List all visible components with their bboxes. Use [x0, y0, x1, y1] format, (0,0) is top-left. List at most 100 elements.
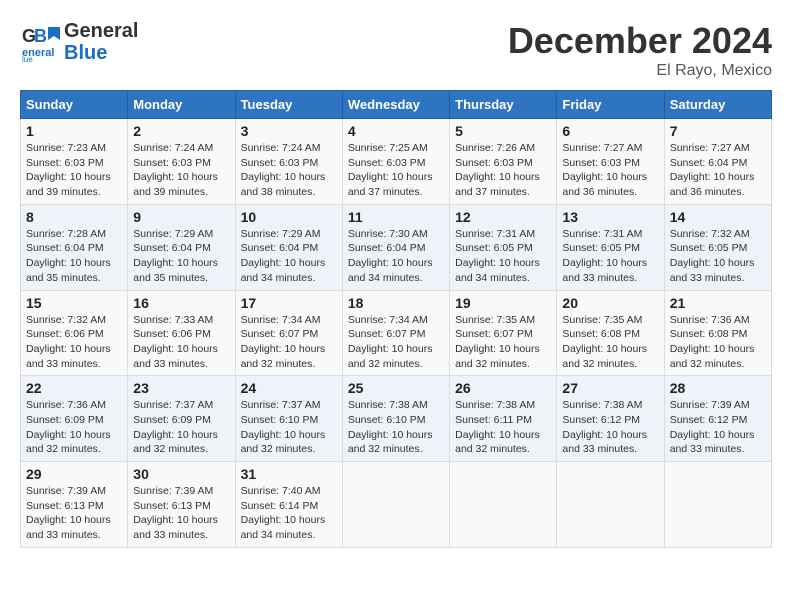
day-info: Sunrise: 7:34 AMSunset: 6:07 PMDaylight:… [241, 313, 337, 372]
day-info: Sunrise: 7:31 AMSunset: 6:05 PMDaylight:… [562, 227, 658, 286]
day-info: Sunrise: 7:25 AMSunset: 6:03 PMDaylight:… [348, 141, 444, 200]
day-info: Sunrise: 7:31 AMSunset: 6:05 PMDaylight:… [455, 227, 551, 286]
day-info: Sunrise: 7:38 AMSunset: 6:10 PMDaylight:… [348, 398, 444, 457]
day-number: 28 [670, 380, 766, 396]
header-saturday: Saturday [664, 91, 771, 119]
day-number: 7 [670, 123, 766, 139]
day-cell: 23 Sunrise: 7:37 AMSunset: 6:09 PMDaylig… [128, 376, 235, 462]
day-cell: 10 Sunrise: 7:29 AMSunset: 6:04 PMDaylig… [235, 204, 342, 290]
day-number: 15 [26, 295, 122, 311]
day-cell [664, 462, 771, 548]
day-number: 6 [562, 123, 658, 139]
day-info: Sunrise: 7:40 AMSunset: 6:14 PMDaylight:… [241, 484, 337, 543]
week-row-3: 15 Sunrise: 7:32 AMSunset: 6:06 PMDaylig… [21, 290, 772, 376]
day-cell: 13 Sunrise: 7:31 AMSunset: 6:05 PMDaylig… [557, 204, 664, 290]
day-cell: 14 Sunrise: 7:32 AMSunset: 6:05 PMDaylig… [664, 204, 771, 290]
logo: G B eneral lue General Blue [20, 20, 138, 64]
day-cell: 24 Sunrise: 7:37 AMSunset: 6:10 PMDaylig… [235, 376, 342, 462]
day-cell: 12 Sunrise: 7:31 AMSunset: 6:05 PMDaylig… [450, 204, 557, 290]
day-cell [557, 462, 664, 548]
day-number: 9 [133, 209, 229, 225]
day-cell: 29 Sunrise: 7:39 AMSunset: 6:13 PMDaylig… [21, 462, 128, 548]
day-info: Sunrise: 7:28 AMSunset: 6:04 PMDaylight:… [26, 227, 122, 286]
day-number: 24 [241, 380, 337, 396]
logo-icon: G B eneral lue [20, 22, 60, 62]
week-row-4: 22 Sunrise: 7:36 AMSunset: 6:09 PMDaylig… [21, 376, 772, 462]
day-cell: 18 Sunrise: 7:34 AMSunset: 6:07 PMDaylig… [342, 290, 449, 376]
day-info: Sunrise: 7:35 AMSunset: 6:07 PMDaylight:… [455, 313, 551, 372]
day-info: Sunrise: 7:24 AMSunset: 6:03 PMDaylight:… [133, 141, 229, 200]
day-cell: 8 Sunrise: 7:28 AMSunset: 6:04 PMDayligh… [21, 204, 128, 290]
day-info: Sunrise: 7:29 AMSunset: 6:04 PMDaylight:… [133, 227, 229, 286]
day-number: 22 [26, 380, 122, 396]
header-monday: Monday [128, 91, 235, 119]
day-info: Sunrise: 7:37 AMSunset: 6:10 PMDaylight:… [241, 398, 337, 457]
day-info: Sunrise: 7:38 AMSunset: 6:11 PMDaylight:… [455, 398, 551, 457]
week-row-5: 29 Sunrise: 7:39 AMSunset: 6:13 PMDaylig… [21, 462, 772, 548]
day-number: 31 [241, 466, 337, 482]
day-cell: 1 Sunrise: 7:23 AMSunset: 6:03 PMDayligh… [21, 119, 128, 205]
month-title: December 2024 [508, 20, 772, 62]
day-cell: 31 Sunrise: 7:40 AMSunset: 6:14 PMDaylig… [235, 462, 342, 548]
day-number: 27 [562, 380, 658, 396]
svg-text:lue: lue [22, 55, 33, 62]
day-cell: 26 Sunrise: 7:38 AMSunset: 6:11 PMDaylig… [450, 376, 557, 462]
header-friday: Friday [557, 91, 664, 119]
day-cell: 28 Sunrise: 7:39 AMSunset: 6:12 PMDaylig… [664, 376, 771, 462]
day-info: Sunrise: 7:39 AMSunset: 6:13 PMDaylight:… [26, 484, 122, 543]
day-cell: 5 Sunrise: 7:26 AMSunset: 6:03 PMDayligh… [450, 119, 557, 205]
day-number: 3 [241, 123, 337, 139]
day-number: 13 [562, 209, 658, 225]
day-number: 30 [133, 466, 229, 482]
day-number: 11 [348, 209, 444, 225]
day-cell: 7 Sunrise: 7:27 AMSunset: 6:04 PMDayligh… [664, 119, 771, 205]
day-number: 1 [26, 123, 122, 139]
day-number: 5 [455, 123, 551, 139]
day-number: 8 [26, 209, 122, 225]
day-cell: 3 Sunrise: 7:24 AMSunset: 6:03 PMDayligh… [235, 119, 342, 205]
day-cell: 15 Sunrise: 7:32 AMSunset: 6:06 PMDaylig… [21, 290, 128, 376]
calendar-header-row: SundayMondayTuesdayWednesdayThursdayFrid… [21, 91, 772, 119]
day-cell: 2 Sunrise: 7:24 AMSunset: 6:03 PMDayligh… [128, 119, 235, 205]
day-number: 26 [455, 380, 551, 396]
day-cell: 30 Sunrise: 7:39 AMSunset: 6:13 PMDaylig… [128, 462, 235, 548]
day-number: 25 [348, 380, 444, 396]
day-info: Sunrise: 7:34 AMSunset: 6:07 PMDaylight:… [348, 313, 444, 372]
title-block: December 2024 El Rayo, Mexico [508, 20, 772, 80]
day-info: Sunrise: 7:27 AMSunset: 6:04 PMDaylight:… [670, 141, 766, 200]
day-number: 17 [241, 295, 337, 311]
header-wednesday: Wednesday [342, 91, 449, 119]
day-info: Sunrise: 7:30 AMSunset: 6:04 PMDaylight:… [348, 227, 444, 286]
day-info: Sunrise: 7:36 AMSunset: 6:09 PMDaylight:… [26, 398, 122, 457]
day-info: Sunrise: 7:23 AMSunset: 6:03 PMDaylight:… [26, 141, 122, 200]
day-cell: 27 Sunrise: 7:38 AMSunset: 6:12 PMDaylig… [557, 376, 664, 462]
day-number: 23 [133, 380, 229, 396]
day-cell: 9 Sunrise: 7:29 AMSunset: 6:04 PMDayligh… [128, 204, 235, 290]
day-number: 21 [670, 295, 766, 311]
header-thursday: Thursday [450, 91, 557, 119]
day-info: Sunrise: 7:39 AMSunset: 6:13 PMDaylight:… [133, 484, 229, 543]
day-cell: 21 Sunrise: 7:36 AMSunset: 6:08 PMDaylig… [664, 290, 771, 376]
day-info: Sunrise: 7:38 AMSunset: 6:12 PMDaylight:… [562, 398, 658, 457]
calendar-table: SundayMondayTuesdayWednesdayThursdayFrid… [20, 90, 772, 548]
day-number: 16 [133, 295, 229, 311]
day-info: Sunrise: 7:24 AMSunset: 6:03 PMDaylight:… [241, 141, 337, 200]
day-cell: 16 Sunrise: 7:33 AMSunset: 6:06 PMDaylig… [128, 290, 235, 376]
day-cell: 11 Sunrise: 7:30 AMSunset: 6:04 PMDaylig… [342, 204, 449, 290]
day-info: Sunrise: 7:26 AMSunset: 6:03 PMDaylight:… [455, 141, 551, 200]
week-row-1: 1 Sunrise: 7:23 AMSunset: 6:03 PMDayligh… [21, 119, 772, 205]
day-number: 29 [26, 466, 122, 482]
calendar-body: 1 Sunrise: 7:23 AMSunset: 6:03 PMDayligh… [21, 119, 772, 548]
day-info: Sunrise: 7:37 AMSunset: 6:09 PMDaylight:… [133, 398, 229, 457]
day-info: Sunrise: 7:36 AMSunset: 6:08 PMDaylight:… [670, 313, 766, 372]
day-cell [450, 462, 557, 548]
day-number: 18 [348, 295, 444, 311]
header-sunday: Sunday [21, 91, 128, 119]
day-info: Sunrise: 7:32 AMSunset: 6:06 PMDaylight:… [26, 313, 122, 372]
day-number: 12 [455, 209, 551, 225]
day-info: Sunrise: 7:27 AMSunset: 6:03 PMDaylight:… [562, 141, 658, 200]
day-number: 10 [241, 209, 337, 225]
svg-text:B: B [34, 26, 47, 46]
day-cell: 4 Sunrise: 7:25 AMSunset: 6:03 PMDayligh… [342, 119, 449, 205]
page-header: G B eneral lue General Blue December 202… [20, 20, 772, 80]
